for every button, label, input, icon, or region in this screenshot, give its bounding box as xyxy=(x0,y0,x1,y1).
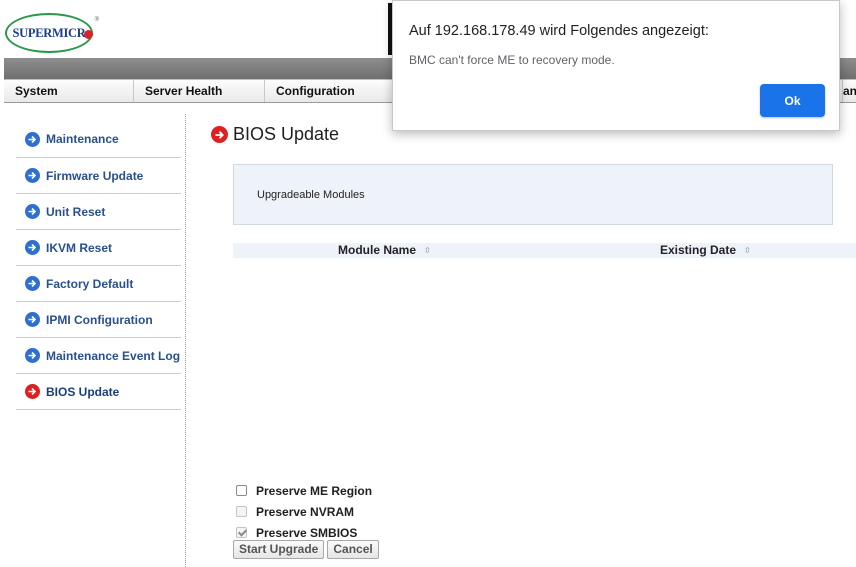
upgradeable-modules-panel: Upgradeable Modules xyxy=(233,164,833,225)
arrow-right-icon xyxy=(25,204,40,219)
start-upgrade-button[interactable]: Start Upgrade xyxy=(233,540,325,559)
preserve-smbios-checkbox[interactable] xyxy=(236,527,247,538)
column-header-label: Module Name xyxy=(338,243,417,257)
sidebar-item-label: BIOS Update xyxy=(46,384,120,399)
option-preserve-me-region: Preserve ME Region xyxy=(236,480,372,501)
column-header-module-name[interactable]: Module Name ⇳ xyxy=(338,243,431,258)
sidebar-item-ikvm-reset[interactable]: IKVM Reset xyxy=(16,230,181,266)
alert-dialog: Auf 192.168.178.49 wird Folgendes angeze… xyxy=(392,0,840,131)
dialog-message: BMC can't force ME to recovery mode. xyxy=(409,53,615,67)
ok-button[interactable]: Ok xyxy=(760,84,825,117)
preserve-nvram-checkbox[interactable] xyxy=(236,506,247,517)
sidebar-item-label: IPMI Configuration xyxy=(46,312,153,327)
option-label: Preserve NVRAM xyxy=(256,504,355,519)
sidebar-item-ipmi-configuration[interactable]: IPMI Configuration xyxy=(16,302,181,338)
sidebar-item-firmware-update[interactable]: Firmware Update xyxy=(16,158,181,194)
sidebar-item-label: IKVM Reset xyxy=(46,240,113,255)
arrow-right-icon xyxy=(25,168,40,183)
sidebar-item-unit-reset[interactable]: Unit Reset xyxy=(16,194,181,230)
sidebar-item-maintenance-event-log[interactable]: Maintenance Event Log xyxy=(16,338,181,374)
sort-icon[interactable]: ⇳ xyxy=(744,243,751,258)
sidebar-item-label: Factory Default xyxy=(46,276,134,291)
logo-dot-icon xyxy=(84,30,93,39)
sort-icon[interactable]: ⇳ xyxy=(424,243,431,258)
dialog-title: Auf 192.168.178.49 wird Folgendes angeze… xyxy=(409,23,709,39)
action-buttons: Start Upgrade Cancel xyxy=(233,540,379,559)
arrow-right-icon xyxy=(25,276,40,291)
logo-text: SUPERMICR xyxy=(12,25,86,40)
preserve-me-region-checkbox[interactable] xyxy=(236,485,247,496)
page-title: BIOS Update xyxy=(233,124,340,144)
arrow-right-icon xyxy=(25,348,40,363)
option-label: Preserve ME Region xyxy=(256,483,373,498)
sidebar-item-label: Maintenance Event Log xyxy=(46,348,181,363)
sidebar-item-label: Maintenance xyxy=(46,132,119,146)
arrow-right-icon xyxy=(25,312,40,327)
logo-trademark: ® xyxy=(94,17,99,23)
menu-maintenance-partial[interactable]: anc xyxy=(842,80,856,102)
upgradeable-modules-label: Upgradeable Modules xyxy=(257,189,365,201)
modules-table-header: Module Name ⇳ Existing Date ⇳ xyxy=(233,243,856,258)
option-preserve-nvram: Preserve NVRAM xyxy=(236,501,372,522)
arrow-right-title-icon xyxy=(211,126,228,143)
preserve-options: Preserve ME Region Preserve NVRAM Preser… xyxy=(236,480,372,543)
option-label: Preserve SMBIOS xyxy=(256,525,358,540)
page-title-row: BIOS Update xyxy=(211,124,339,145)
sidebar-item-factory-default[interactable]: Factory Default xyxy=(16,266,181,302)
menu-server-health[interactable]: Server Health xyxy=(134,80,265,102)
sidebar-item-label: Firmware Update xyxy=(46,168,144,183)
column-header-label: Existing Date xyxy=(660,243,737,257)
arrow-right-icon xyxy=(25,131,40,147)
supermicro-logo[interactable]: SUPERMICR ® xyxy=(5,13,99,53)
sidebar-item-maintenance[interactable]: Maintenance xyxy=(16,121,181,158)
cancel-button[interactable]: Cancel xyxy=(327,540,379,559)
sidebar-item-bios-update[interactable]: BIOS Update xyxy=(16,374,181,410)
column-header-existing-date[interactable]: Existing Date ⇳ xyxy=(660,243,751,258)
sidebar-item-label: Unit Reset xyxy=(46,204,106,219)
sidebar-divider xyxy=(185,114,186,567)
arrow-right-icon xyxy=(25,240,40,255)
sidebar: Maintenance Firmware Update Unit Reset I… xyxy=(16,121,181,410)
arrow-right-active-icon xyxy=(25,384,40,399)
menu-system[interactable]: System xyxy=(4,80,134,102)
